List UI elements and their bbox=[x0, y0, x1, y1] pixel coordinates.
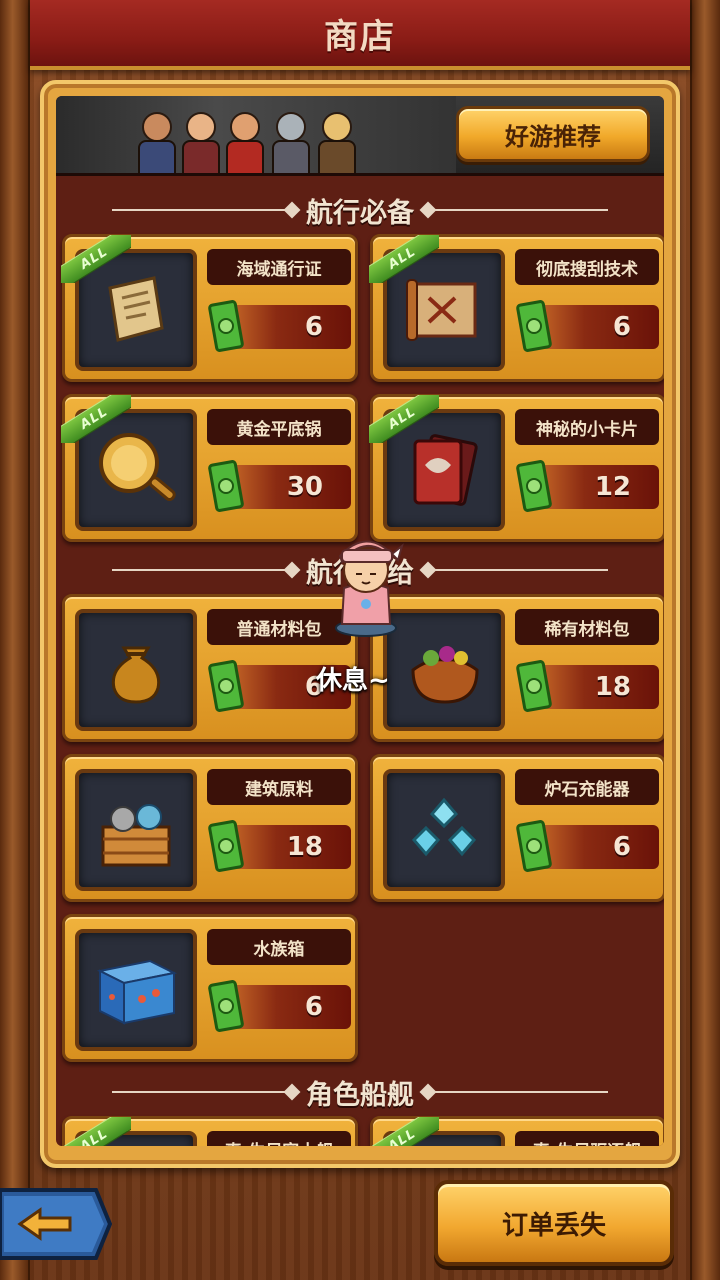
price-bar: 6 bbox=[227, 985, 351, 1029]
item-price: 6 bbox=[612, 312, 631, 342]
cash-icon bbox=[208, 300, 244, 352]
all-badge: ALL bbox=[61, 1117, 131, 1146]
cash-icon bbox=[208, 460, 244, 512]
character-3-icon bbox=[222, 106, 268, 173]
banner-characters-art bbox=[56, 96, 456, 173]
cash-icon bbox=[208, 820, 244, 872]
all-badge: ALL bbox=[369, 235, 439, 283]
shop-item-card[interactable]: ALL 黄金平底锅 30 bbox=[61, 394, 358, 542]
divider-left bbox=[112, 1091, 292, 1093]
shop-item-card[interactable]: ALL 神秘的小卡片 12 bbox=[369, 394, 664, 542]
cash-icon bbox=[516, 460, 552, 512]
price-bar: 18 bbox=[535, 665, 659, 709]
back-button[interactable] bbox=[0, 1184, 112, 1264]
cash-icon bbox=[208, 660, 244, 712]
shop-item-card[interactable]: 炉石充能器 6 bbox=[370, 754, 664, 902]
item-name: 神秘的小卡片 bbox=[515, 409, 659, 445]
all-badge: ALL bbox=[369, 1117, 439, 1146]
divider-left bbox=[112, 209, 292, 211]
shop-item-card[interactable]: 普通材料包 6 bbox=[62, 594, 358, 742]
price-bar: 6 bbox=[535, 305, 659, 349]
item-name: 真·生尽驱逐舰 bbox=[515, 1131, 659, 1146]
aquarium-icon bbox=[75, 929, 197, 1051]
cash-icon bbox=[516, 300, 552, 352]
cash-icon bbox=[516, 660, 552, 712]
item-name: 彻底搜刮技术 bbox=[515, 249, 659, 285]
all-badge: ALL bbox=[369, 395, 439, 443]
item-name: 黄金平底锅 bbox=[207, 409, 351, 445]
item-name: 炉石充能器 bbox=[515, 769, 659, 805]
shop-item-card[interactable]: ALL 海域通行证 6 bbox=[61, 234, 358, 382]
item-name: 海域通行证 bbox=[207, 249, 351, 285]
section-header-voyage-essentials: 航行必备 bbox=[56, 190, 664, 230]
all-badge: ALL bbox=[61, 235, 131, 283]
divider-right bbox=[428, 1091, 608, 1093]
item-price: 6 bbox=[612, 832, 631, 862]
shop-item-card[interactable]: 建筑原料 18 bbox=[62, 754, 358, 902]
lost-order-button[interactable]: 订单丢失 bbox=[434, 1180, 674, 1266]
price-bar: 30 bbox=[227, 465, 351, 509]
price-bar: 6 bbox=[535, 825, 659, 869]
item-price: 18 bbox=[286, 832, 323, 862]
item-name: 稀有材料包 bbox=[515, 609, 659, 645]
cash-icon bbox=[208, 980, 244, 1032]
resting-girl-icon bbox=[335, 540, 404, 637]
character-2-icon bbox=[178, 106, 224, 173]
shop-item-card[interactable]: 稀有材料包 18 bbox=[370, 594, 664, 742]
all-badge: ALL bbox=[61, 395, 131, 443]
left-wood-pillar bbox=[0, 0, 30, 1280]
shop-item-card[interactable]: 水族箱 6 bbox=[62, 914, 358, 1062]
building-crate-icon bbox=[75, 769, 197, 891]
title-bar: 商店 bbox=[30, 0, 690, 70]
divider-right bbox=[428, 209, 608, 211]
shop-item-card[interactable]: ALL 彻底搜刮技术 6 bbox=[369, 234, 664, 382]
material-bag-icon bbox=[75, 609, 197, 731]
divider-left bbox=[112, 569, 292, 571]
item-name: 水族箱 bbox=[207, 929, 351, 965]
divider-right bbox=[428, 569, 608, 571]
page-title: 商店 bbox=[324, 16, 396, 57]
item-price: 6 bbox=[304, 312, 323, 342]
item-name: 真·生尽容士舰 bbox=[207, 1131, 351, 1146]
character-1-icon bbox=[134, 106, 180, 173]
item-name: 建筑原料 bbox=[207, 769, 351, 805]
recommend-games-button[interactable]: 好游推荐 bbox=[456, 106, 650, 162]
item-price: 30 bbox=[286, 472, 323, 502]
cash-icon bbox=[516, 820, 552, 872]
item-price: 18 bbox=[594, 672, 631, 702]
item-price: 12 bbox=[594, 472, 631, 502]
character-5-icon bbox=[314, 106, 360, 173]
right-wood-pillar bbox=[690, 0, 720, 1280]
crystal-charger-icon bbox=[383, 769, 505, 891]
character-4-icon bbox=[268, 106, 314, 173]
price-bar: 12 bbox=[535, 465, 659, 509]
price-bar: 18 bbox=[227, 825, 351, 869]
shop-item-card[interactable]: ALL 真·生尽容士舰 bbox=[61, 1116, 358, 1146]
resting-status-text: 休息~ bbox=[316, 666, 390, 696]
price-bar: 6 bbox=[227, 305, 351, 349]
shop-item-card[interactable]: ALL 真·生尽驱逐舰 bbox=[369, 1116, 664, 1146]
section-header-characters-ships: 角色船舰 bbox=[56, 1072, 664, 1112]
promo-banner: 好游推荐 bbox=[56, 96, 664, 176]
item-price: 6 bbox=[304, 992, 323, 1022]
